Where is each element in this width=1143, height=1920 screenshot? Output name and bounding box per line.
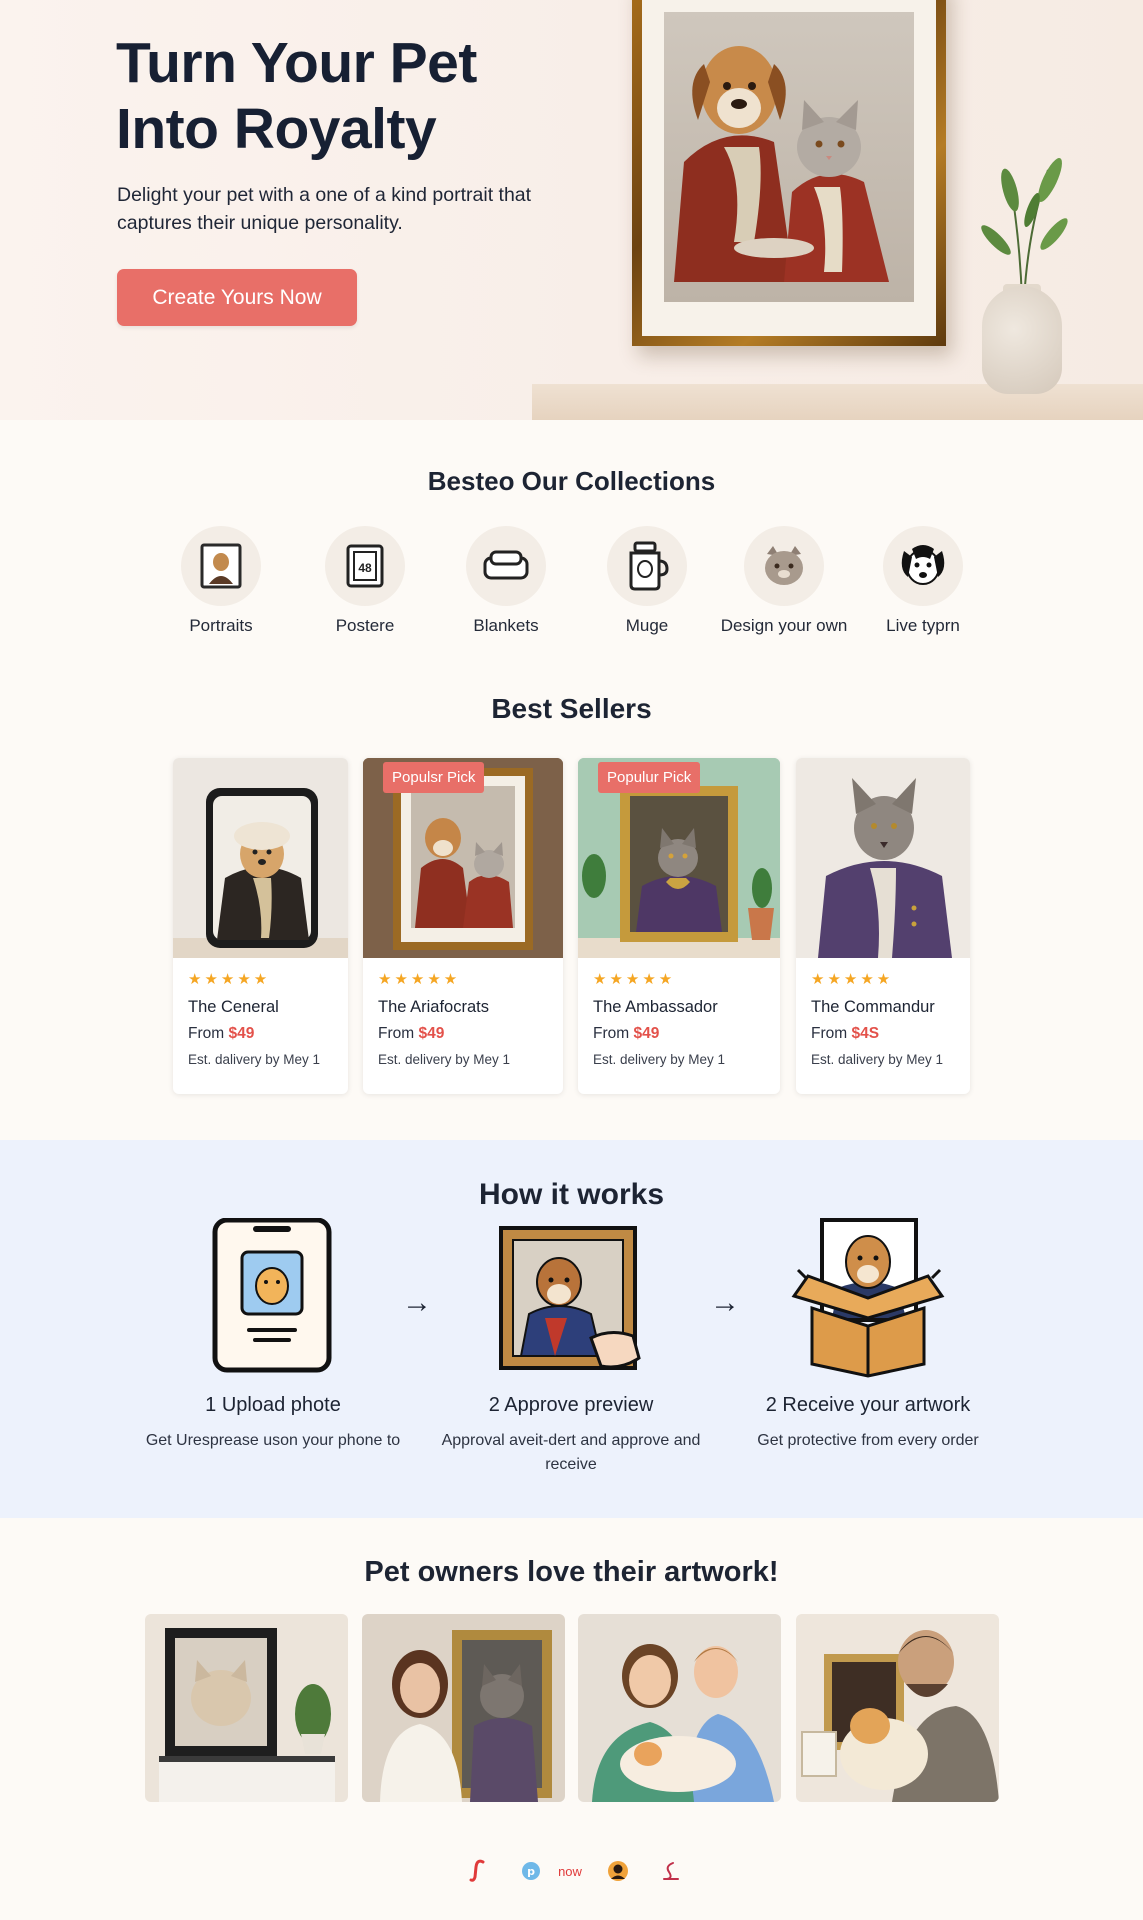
hero-title: Turn Your Pet Into Royalty [116,31,477,161]
price-prefix: From [188,1025,225,1042]
step-title: 1 Upload phote [205,1394,341,1416]
footer-now-link[interactable]: now [553,1858,587,1884]
p-badge-icon[interactable]: p [520,1858,542,1884]
rating-stars: ★★★★★ [188,971,271,988]
create-yours-now-button[interactable]: Create Yours Now [117,269,357,326]
best-sellers-title: Best Sellers [491,693,652,724]
product-image [796,758,970,958]
delivery-estimate: Est. dalivery by Mey 1 [811,1052,944,1067]
collection-design-your-own[interactable]: Design your own [719,526,849,636]
price-amount: $4S [851,1025,880,1042]
product-name: The Ambassador [593,998,718,1016]
product-image: Populur Pick [578,758,780,958]
footer-logo-icon[interactable] [468,1858,488,1884]
price-prefix: From [378,1025,415,1042]
footer-script-icon[interactable] [660,1858,682,1884]
step-description: Approval aveit-dert and approve and rece… [441,1432,701,1473]
product-image: Populsr Pick [363,758,563,958]
price-amount: $49 [228,1025,255,1042]
arrow-right-icon: → [710,1286,740,1319]
price-amount: $49 [418,1025,445,1042]
product-card[interactable]: ★★★★★ The Commandur From $4S Est. dalive… [796,758,970,1094]
mug-icon [629,541,669,591]
collection-label: Blankets [473,616,539,635]
collection-label: Muge [625,616,669,635]
shelf [532,384,1143,420]
product-name: The Ariafocrats [378,998,489,1016]
collection-mugs[interactable]: Muge [582,526,712,636]
step-upload: 1 Upload phote Get Uresprease uson your … [143,1217,403,1453]
poster-icon: 48 [346,544,384,588]
collection-posters[interactable]: 48 Postere [300,526,430,636]
cat-icon [765,546,803,585]
dog-face-icon [901,545,945,585]
step-approve: 2 Approve preview Approval aveit-dert an… [441,1218,701,1477]
product-name: The Ceneral [188,998,279,1016]
rating-stars: ★★★★★ [811,971,894,988]
blanket-icon [483,550,529,580]
collection-label: Postere [335,616,395,635]
rating-stars: ★★★★★ [378,971,461,988]
price-amount: $49 [633,1025,660,1042]
product-price: From $4S [811,1025,955,1043]
delivery-estimate: Est. delivery by Mey 1 [378,1052,511,1067]
receive-box-icon [791,1218,945,1378]
step-receive: 2 Receive your artwork Get protective fr… [738,1218,998,1453]
popular-pick-badge: Populur Pick [598,762,701,793]
customer-photo[interactable] [145,1614,348,1802]
collection-label: Live typrn [886,616,960,635]
collection-blankets[interactable]: Blankets [441,526,571,636]
step-description: Get protective from every order [757,1432,979,1449]
portrait-icon [200,543,242,589]
popular-pick-badge: Populsr Pick [383,762,485,793]
product-price: From $49 [188,1025,333,1043]
arrow-right-icon: → [402,1286,432,1319]
customer-photo[interactable] [578,1614,781,1802]
hero-subtitle: Delight your pet with a one of a kind po… [117,184,532,234]
hero-portrait-image [664,12,914,302]
hero-portrait-frame [632,0,946,346]
customer-photo[interactable] [796,1614,999,1802]
product-card[interactable]: Populur Pick ★★★★★ The Ambassador From $… [578,758,780,1094]
step-title: 2 Approve preview [488,1394,654,1416]
collections-title: Besteo Our Collections [427,466,716,496]
collection-label: Portraits [189,616,253,635]
step-description: Get Uresprease uson your phone to [145,1432,401,1449]
svg-text:48: 48 [358,561,372,575]
product-image [173,758,348,958]
delivery-estimate: Est. dalivery by Mey 1 [188,1052,321,1067]
hero-section: Turn Your Pet Into Royalty Delight your … [0,0,1143,420]
price-prefix: From [811,1025,848,1042]
product-price: From $49 [378,1025,548,1043]
phone-upload-icon [212,1217,332,1373]
approve-portrait-icon [499,1226,641,1370]
collection-portraits[interactable]: Portraits [156,526,286,636]
product-card[interactable]: ★★★★★ The Ceneral From $49 Est. dalivery… [173,758,348,1094]
rating-stars: ★★★★★ [593,971,676,988]
product-name: The Commandur [811,998,935,1016]
delivery-estimate: Est. delivery by Mey 1 [593,1052,726,1067]
price-prefix: From [593,1025,630,1042]
vase-body [982,286,1062,394]
svg-text:p: p [527,1865,535,1878]
collection-live-typrn[interactable]: Live typrn [858,526,988,636]
product-card[interactable]: Populsr Pick ★★★★★ The Ariafocrats From … [363,758,563,1094]
product-price: From $49 [593,1025,765,1043]
plant-image [981,158,1068,300]
testimonials-title: Pet owners love their artwork! [364,1556,779,1588]
customer-photo[interactable] [362,1614,565,1802]
avatar-icon[interactable] [606,1858,630,1884]
collection-label: Design your own [720,616,848,635]
step-title: 2 Receive your artwork [765,1394,971,1416]
how-it-works-title: How it works [478,1178,665,1211]
